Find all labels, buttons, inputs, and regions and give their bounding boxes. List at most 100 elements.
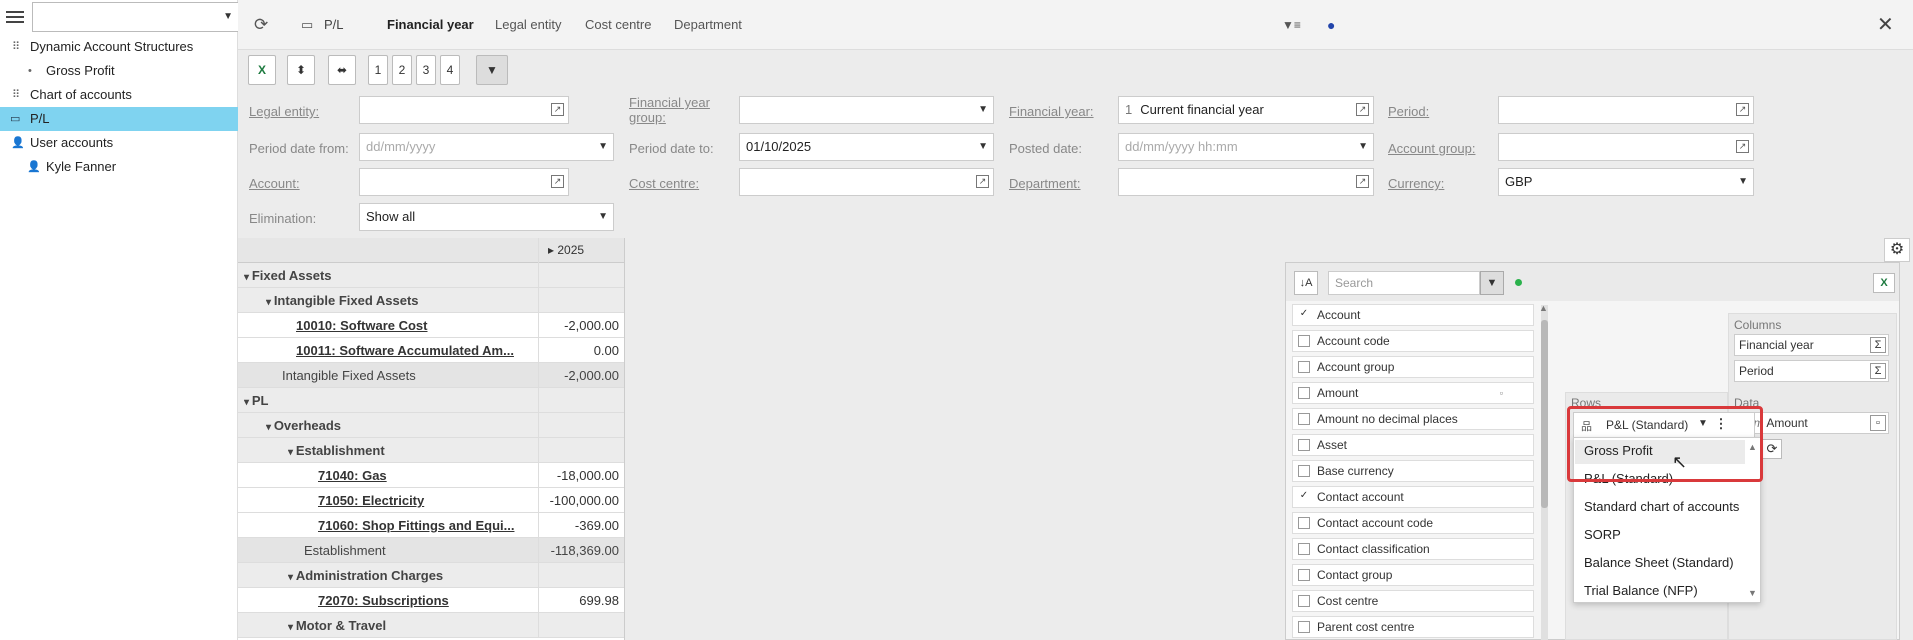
account-link[interactable]: 71060: Shop Fittings and Equi... (318, 518, 514, 533)
column-chip-financial-year[interactable]: Financial year Σ (1734, 334, 1889, 356)
dropdown-option[interactable]: SORP (1584, 527, 1621, 542)
financial-year-group-field[interactable]: ▼ (739, 96, 994, 124)
open-icon[interactable]: ↗ (551, 103, 564, 116)
excel-export-button[interactable]: X (248, 55, 276, 85)
field-item[interactable]: Base currency (1292, 460, 1534, 482)
open-icon[interactable]: ↗ (551, 175, 564, 188)
checkbox[interactable] (1298, 361, 1310, 373)
field-item[interactable]: ✓ Contact account (1292, 486, 1534, 508)
group-row[interactable]: ▾ Fixed Assets (238, 263, 624, 288)
dropdown-scroll-down-icon[interactable]: ▼ (1748, 588, 1757, 598)
field-item[interactable]: Parent cost centre (1292, 616, 1534, 638)
checkbox[interactable] (1298, 621, 1310, 633)
account-link[interactable]: 71040: Gas (318, 468, 387, 483)
expand-arrow-icon[interactable]: ▾ (244, 397, 252, 408)
dropdown-option[interactable]: Balance Sheet (Standard) (1584, 555, 1734, 570)
open-icon[interactable]: ↗ (1736, 140, 1749, 153)
checkbox[interactable] (1298, 465, 1310, 477)
checkbox[interactable] (1298, 517, 1310, 529)
financial-year-field[interactable]: 1 Current financial year ↗ (1118, 96, 1374, 124)
account-link[interactable]: 10010: Software Cost (296, 318, 428, 333)
field-item[interactable]: Amount no decimal places (1292, 408, 1534, 430)
options-icon[interactable]: ▫ (1870, 415, 1886, 431)
elimination-field[interactable]: Show all ▼ (359, 203, 614, 231)
account-link[interactable]: 72070: Subscriptions (318, 593, 449, 608)
group-row[interactable]: ▾ PL (238, 388, 624, 413)
dropdown-scroll-up-icon[interactable]: ▲ (1748, 442, 1757, 452)
expand-arrow-icon[interactable]: ▾ (288, 622, 296, 633)
table-row[interactable]: 10010: Software Cost -2,000.00 (238, 313, 624, 338)
table-row[interactable]: 10011: Software Accumulated Am... 0.00 (238, 338, 624, 363)
account-field[interactable]: ↗ (359, 168, 569, 196)
expand-arrow-icon[interactable]: ▾ (288, 447, 296, 458)
filter-toggle-button[interactable]: ▼ (476, 55, 508, 85)
group-row[interactable]: ▾ Intangible Fixed Assets (238, 288, 624, 313)
checkbox[interactable] (1298, 413, 1310, 425)
close-icon[interactable]: ✕ (1877, 0, 1894, 50)
refresh-icon[interactable]: ⟳ (254, 0, 268, 50)
gear-icon[interactable]: ⚙ (1884, 238, 1910, 262)
period-date-from-field[interactable]: dd/mm/yyyy ▼ (359, 133, 614, 161)
group-row[interactable]: ▾ Overheads (238, 413, 624, 438)
navigation-select[interactable]: ▼ (32, 2, 239, 32)
column-chip-period[interactable]: Period Σ (1734, 360, 1889, 382)
department-field[interactable]: ↗ (1118, 168, 1374, 196)
expand-arrow-icon[interactable]: ▾ (244, 272, 252, 283)
nav-item-kyle-fanner[interactable]: 👤 Kyle Fanner (0, 155, 238, 179)
open-icon[interactable]: ↗ (1356, 175, 1369, 188)
account-link[interactable]: 71050: Electricity (318, 493, 424, 508)
group-row[interactable]: ▾ Establishment (238, 438, 624, 463)
field-item[interactable]: Amount ▫ (1292, 382, 1534, 404)
group-row[interactable]: ▾ Administration Charges (238, 563, 624, 588)
group-row[interactable]: ▾ Motor & Travel (238, 613, 624, 638)
tab-cost-centre[interactable]: Cost centre (585, 0, 651, 50)
checkbox[interactable] (1298, 439, 1310, 451)
field-item[interactable]: Asset (1292, 434, 1534, 456)
open-icon[interactable]: ↗ (976, 175, 989, 188)
subtotal-row[interactable]: Establishment -118,369.00 (238, 538, 624, 563)
expand-arrow-icon[interactable]: ▾ (266, 297, 274, 308)
period-date-to-field[interactable]: 01/10/2025 ▼ (739, 133, 994, 161)
checkbox[interactable] (1298, 595, 1310, 607)
field-item[interactable]: Account code (1292, 330, 1534, 352)
posted-date-field[interactable]: dd/mm/yyyy hh:mm ▼ (1118, 133, 1374, 161)
field-item[interactable]: ✓ Account (1292, 304, 1534, 326)
dropdown-option[interactable]: Standard chart of accounts (1584, 499, 1739, 514)
nav-item-gross-profit[interactable]: • Gross Profit (0, 59, 238, 83)
excel-export-icon[interactable]: X (1873, 273, 1895, 293)
checkbox[interactable] (1298, 387, 1310, 399)
checkbox[interactable] (1298, 543, 1310, 555)
filter-icon[interactable]: ▼ (1480, 271, 1504, 295)
table-row[interactable]: 72070: Subscriptions 699.98 (238, 588, 624, 613)
nav-item-dynamic-account-structures[interactable]: ⠿ Dynamic Account Structures (0, 35, 238, 59)
account-group-field[interactable]: ↗ (1498, 133, 1754, 161)
expand-arrow-icon[interactable]: ▾ (288, 572, 296, 583)
sigma-icon[interactable]: Σ (1870, 363, 1886, 379)
table-row[interactable]: 71050: Electricity -100,000.00 (238, 488, 624, 513)
table-row[interactable]: 71040: Gas -18,000.00 (238, 463, 624, 488)
expand-arrow-icon[interactable]: ▾ (266, 422, 274, 433)
expand-rows-button[interactable]: ⬍ (287, 55, 315, 85)
open-icon[interactable]: ↗ (1736, 103, 1749, 116)
field-item[interactable]: Contact classification (1292, 538, 1534, 560)
field-item[interactable]: Contact account code (1292, 512, 1534, 534)
level-3-button[interactable]: 3 (416, 55, 436, 85)
scroll-up-icon[interactable]: ▲ (1539, 303, 1548, 313)
dropdown-option[interactable]: Trial Balance (NFP) (1584, 583, 1698, 598)
level-1-button[interactable]: 1 (368, 55, 388, 85)
sort-icon[interactable]: ↓A (1294, 271, 1318, 295)
period-field[interactable]: ↗ (1498, 96, 1754, 124)
table-row[interactable]: 71060: Shop Fittings and Equi... -369.00 (238, 513, 624, 538)
menu-icon[interactable] (6, 8, 24, 24)
subtotal-row[interactable]: Intangible Fixed Assets -2,000.00 (238, 363, 624, 388)
checkbox[interactable] (1298, 569, 1310, 581)
refresh-icon[interactable]: ⟳ (1762, 439, 1782, 459)
sigma-icon[interactable]: Σ (1870, 337, 1886, 353)
nav-item-user-accounts[interactable]: 👤 User accounts (0, 131, 238, 155)
account-link[interactable]: 10011: Software Accumulated Am... (296, 343, 514, 358)
level-4-button[interactable]: 4 (440, 55, 460, 85)
scrollbar-thumb[interactable] (1541, 320, 1548, 508)
open-icon[interactable]: ↗ (1356, 103, 1369, 116)
field-item[interactable]: Cost centre (1292, 590, 1534, 612)
nav-item-chart-of-accounts[interactable]: ⠿ Chart of accounts (0, 83, 238, 107)
